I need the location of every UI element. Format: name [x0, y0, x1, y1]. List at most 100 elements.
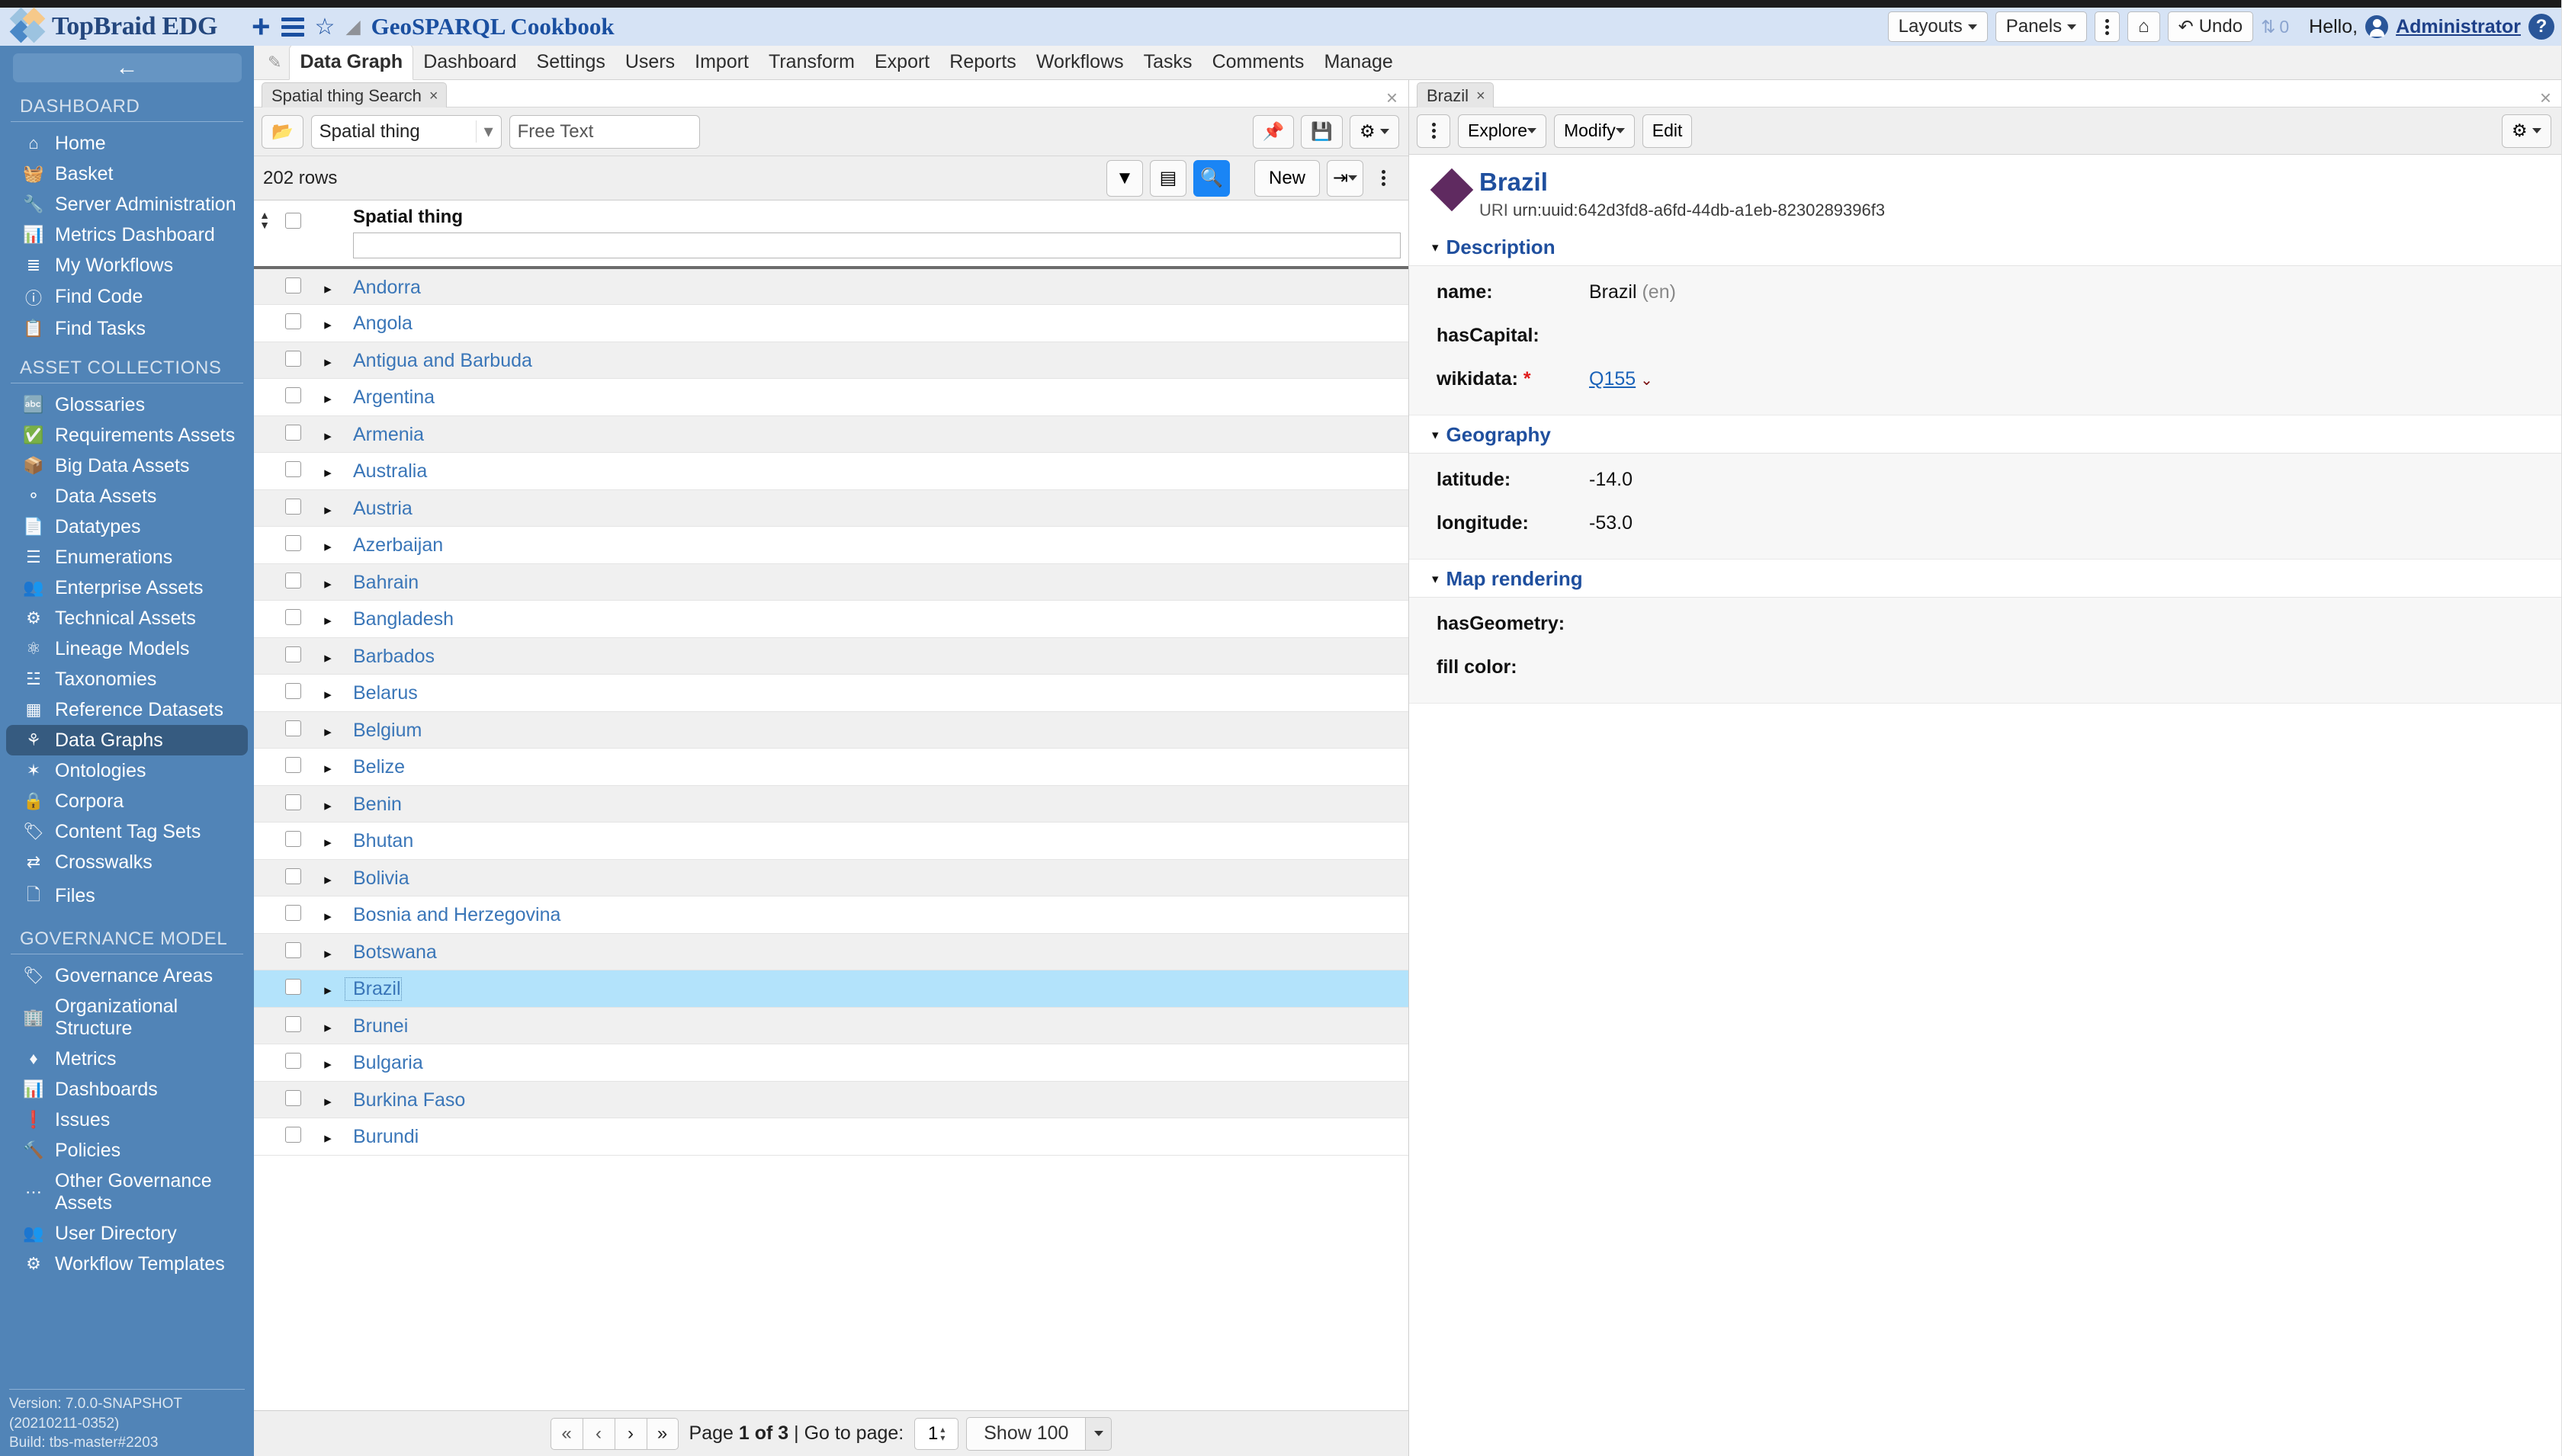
row-checkbox[interactable]	[284, 979, 301, 996]
resource-more-icon[interactable]	[1417, 114, 1450, 148]
row-checkbox[interactable]	[284, 1015, 301, 1032]
expand-triangle-icon[interactable]: ▸	[324, 391, 332, 407]
close-panel-icon[interactable]: ×	[2540, 86, 2551, 110]
favorite-star-icon[interactable]: ☆	[315, 14, 336, 40]
sidebar-item-technical-assets[interactable]: ⚙ Technical Assets	[6, 603, 248, 633]
collapse-triangle-icon[interactable]: ▾	[1432, 428, 1439, 443]
sidebar-item-enumerations[interactable]: ☰ Enumerations	[6, 542, 248, 572]
search-icon[interactable]: 🔍	[1193, 159, 1230, 197]
row-name-link[interactable]: Bhutan	[345, 830, 413, 851]
sidebar-item-big-data-assets[interactable]: 📦 Big Data Assets	[6, 451, 248, 481]
sidebar-item-lineage-models[interactable]: ⚛ Lineage Models	[6, 633, 248, 664]
collapse-triangle-icon[interactable]: ▾	[1432, 240, 1439, 255]
sidebar-item-metrics-dashboard[interactable]: 📊 Metrics Dashboard	[6, 220, 248, 250]
select-all-checkbox[interactable]	[284, 213, 301, 229]
prev-page-button[interactable]: ‹	[582, 1417, 615, 1450]
tab-users[interactable]: Users	[615, 45, 685, 79]
sort-column-header[interactable]: ▲ ▼	[254, 200, 275, 269]
table-row[interactable]: ▸ Argentina	[254, 378, 1408, 416]
expand-triangle-icon[interactable]: ▸	[324, 724, 332, 740]
chevron-down-icon[interactable]: ⌄	[1640, 372, 1653, 389]
sort-icon[interactable]: ▲ ▼	[254, 200, 275, 230]
layouts-button[interactable]: Layouts	[1887, 11, 1988, 42]
sidebar-item-find-tasks[interactable]: 📋 Find Tasks	[6, 313, 248, 344]
row-name-link[interactable]: Azerbaijan	[345, 534, 443, 556]
expand-triangle-icon[interactable]: ▸	[324, 946, 332, 962]
tab-reports[interactable]: Reports	[939, 45, 1026, 79]
table-row[interactable]: ▸ Bahrain	[254, 563, 1408, 601]
expand-triangle-icon[interactable]: ▸	[324, 354, 332, 370]
sidebar-item-content-tag-sets[interactable]: 🏷 Content Tag Sets	[6, 816, 248, 847]
sidebar-item-find-code[interactable]: ⓘ Find Code	[6, 281, 248, 313]
row-name-link[interactable]: Bosnia and Herzegovina	[345, 904, 560, 925]
sidebar-item-requirements-assets[interactable]: ✅ Requirements Assets	[6, 420, 248, 451]
row-checkbox[interactable]	[284, 1053, 301, 1070]
tab-spatial-thing-search[interactable]: Spatial thing Search ×	[262, 82, 447, 109]
expand-triangle-icon[interactable]: ▸	[324, 317, 332, 333]
sidebar-item-organizational-structure[interactable]: 🏢 Organizational Structure	[6, 991, 248, 1044]
search-settings-gear-icon[interactable]: ⚙	[1349, 114, 1399, 149]
close-icon[interactable]: ×	[1476, 88, 1485, 105]
goto-page-input[interactable]: 1 ▴ ▾	[914, 1417, 959, 1450]
tab-comments[interactable]: Comments	[1202, 45, 1315, 79]
table-row[interactable]: ▸ Burundi	[254, 1118, 1408, 1156]
table-row[interactable]: ▸ Belize	[254, 748, 1408, 786]
row-checkbox[interactable]	[284, 424, 301, 441]
expand-triangle-icon[interactable]: ▸	[324, 502, 332, 518]
close-panel-icon[interactable]: ×	[1386, 86, 1398, 110]
first-page-button[interactable]: «	[550, 1417, 583, 1450]
row-checkbox[interactable]	[284, 609, 301, 626]
expand-triangle-icon[interactable]: ▸	[324, 835, 332, 851]
sidebar-item-workflow-templates[interactable]: ⚙ Workflow Templates	[6, 1249, 248, 1279]
panels-button[interactable]: Panels	[1995, 11, 2088, 42]
section-header[interactable]: ▾ Geography	[1409, 415, 2562, 454]
expand-triangle-icon[interactable]: ▸	[324, 576, 332, 592]
row-name-link[interactable]: Angola	[345, 313, 413, 334]
pin-icon[interactable]: 📌	[1252, 114, 1295, 149]
sidebar-item-governance-areas[interactable]: 🏷 Governance Areas	[6, 961, 248, 991]
sidebar-item-enterprise-assets[interactable]: 👥 Enterprise Assets	[6, 572, 248, 603]
sidebar-item-datatypes[interactable]: 📄 Datatypes	[6, 512, 248, 542]
sidebar-item-metrics[interactable]: ♦ Metrics	[6, 1044, 248, 1074]
collapse-triangle-icon[interactable]: ▾	[1432, 572, 1439, 587]
property-value-link[interactable]: Q155	[1589, 368, 1636, 390]
row-name-link[interactable]: Barbados	[345, 646, 435, 667]
row-checkbox[interactable]	[284, 498, 301, 515]
sidebar-item-user-directory[interactable]: 👥 User Directory	[6, 1218, 248, 1249]
row-name-link[interactable]: Austria	[345, 498, 413, 519]
section-header[interactable]: ▾ Description	[1409, 228, 2562, 267]
sidebar-item-ontologies[interactable]: ✶ Ontologies	[6, 755, 248, 786]
edit-button[interactable]: Edit	[1642, 114, 1693, 148]
sidebar-item-corpora[interactable]: 🔒 Corpora	[6, 786, 248, 816]
edit-pencil-icon[interactable]: ✎	[263, 53, 289, 79]
explore-button[interactable]: Explore	[1458, 114, 1546, 148]
row-checkbox[interactable]	[284, 720, 301, 736]
tab-brazil[interactable]: Brazil ×	[1417, 82, 1494, 109]
sidebar-item-crosswalks[interactable]: ⇄ Crosswalks	[6, 847, 248, 877]
next-page-button[interactable]: ›	[614, 1417, 647, 1450]
row-name-link[interactable]: Brazil	[345, 977, 402, 1002]
property-value[interactable]: Q155 ⌄	[1589, 368, 1653, 390]
sidebar-item-taxonomies[interactable]: ☳ Taxonomies	[6, 664, 248, 694]
sidebar-item-issues[interactable]: ❗ Issues	[6, 1105, 248, 1135]
sidebar-item-basket[interactable]: 🧺 Basket	[6, 159, 248, 189]
sidebar-item-dashboards[interactable]: 📊 Dashboards	[6, 1074, 248, 1105]
table-row[interactable]: ▸ Armenia	[254, 415, 1408, 453]
modify-button[interactable]: Modify	[1553, 114, 1635, 148]
row-checkbox[interactable]	[284, 1127, 301, 1143]
table-row[interactable]: ▸ Belarus	[254, 674, 1408, 712]
spinner-icon[interactable]: ▴ ▾	[940, 1425, 945, 1442]
table-row[interactable]: ▸ Antigua and Barbuda	[254, 342, 1408, 379]
columns-icon[interactable]: ▤	[1149, 159, 1186, 197]
export-icon[interactable]: ⇥	[1327, 159, 1363, 197]
table-row[interactable]: ▸ Barbados	[254, 637, 1408, 675]
header-more-button[interactable]	[2095, 11, 2121, 42]
row-checkbox[interactable]	[284, 683, 301, 700]
row-checkbox[interactable]	[284, 387, 301, 404]
undo-button[interactable]: ↶ Undo	[2167, 11, 2254, 42]
expand-triangle-icon[interactable]: ▸	[324, 465, 332, 481]
row-checkbox[interactable]	[284, 461, 301, 478]
page-size-dropdown-icon[interactable]	[1086, 1416, 1112, 1451]
sidebar-item-data-graphs[interactable]: ⚘ Data Graphs	[6, 725, 248, 755]
table-row[interactable]: ▸ Bolivia	[254, 859, 1408, 896]
